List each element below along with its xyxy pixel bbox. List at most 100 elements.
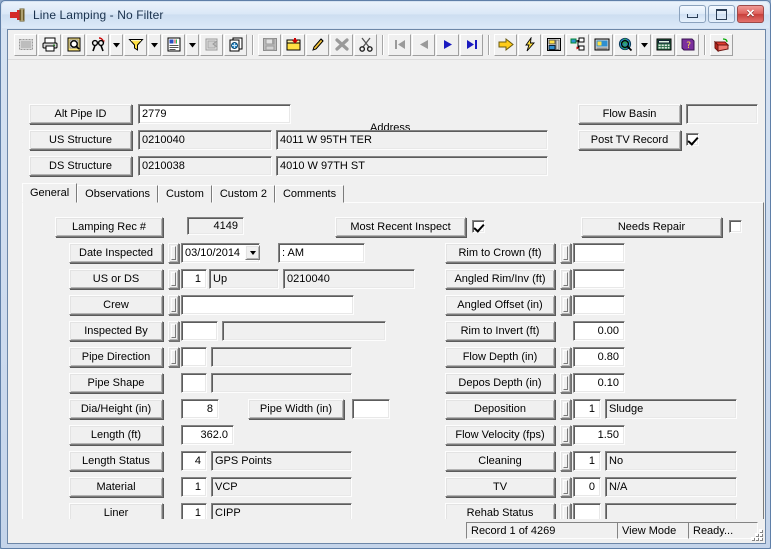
rim-to-crown-input[interactable] — [573, 243, 625, 263]
deposition-button[interactable]: Deposition — [445, 399, 555, 419]
alt-pipe-id-input[interactable]: 2779 — [138, 104, 291, 124]
us-or-ds-spinner[interactable] — [168, 269, 179, 289]
export-icon[interactable] — [200, 33, 223, 56]
filter-dropdown-icon[interactable] — [148, 33, 161, 56]
minimize-button[interactable] — [679, 5, 706, 23]
flow-depth-spinner[interactable] — [560, 347, 571, 367]
cleaning-spinner[interactable] — [560, 451, 571, 471]
cut-icon[interactable] — [354, 33, 377, 56]
flow-depth-input[interactable]: 0.80 — [573, 347, 625, 367]
pipe-direction-code-input[interactable] — [181, 347, 207, 367]
report-icon[interactable] — [162, 33, 185, 56]
alt-pipe-id-button[interactable]: Alt Pipe ID — [29, 104, 132, 124]
inspected-by-button[interactable]: Inspected By — [69, 321, 163, 341]
flow-basin-button[interactable]: Flow Basin — [578, 104, 681, 124]
pipe-shape-code-input[interactable] — [181, 373, 207, 393]
depos-depth-spinner[interactable] — [560, 373, 571, 393]
date-inspected-button[interactable]: Date Inspected — [69, 243, 163, 263]
material-code-input[interactable]: 1 — [181, 477, 207, 497]
maximize-button[interactable] — [708, 5, 735, 23]
inspected-by-spinner[interactable] — [168, 321, 179, 341]
pipe-direction-button[interactable]: Pipe Direction — [69, 347, 163, 367]
needs-repair-button[interactable]: Needs Repair — [581, 217, 722, 237]
print-icon[interactable] — [38, 33, 61, 56]
post-tv-record-button[interactable]: Post TV Record — [578, 130, 681, 150]
find-dropdown-icon[interactable] — [110, 33, 123, 56]
pipe-direction-spinner[interactable] — [168, 347, 179, 367]
layout-icon[interactable] — [542, 33, 565, 56]
needs-repair-checkbox[interactable] — [729, 220, 742, 233]
hierarchy-icon[interactable] — [566, 33, 589, 56]
filter-icon[interactable] — [124, 33, 147, 56]
find-icon[interactable] — [86, 33, 109, 56]
flow-velocity-button[interactable]: Flow Velocity (fps) — [445, 425, 555, 445]
map-dropdown-icon[interactable] — [638, 33, 651, 56]
angled-offset-input[interactable] — [573, 295, 625, 315]
cleaning-code-input[interactable]: 1 — [573, 451, 601, 471]
rim-to-crown-button[interactable]: Rim to Crown (ft) — [445, 243, 555, 263]
print-preview-icon[interactable] — [62, 33, 85, 56]
lamping-rec-button[interactable]: Lamping Rec # — [55, 217, 163, 237]
resize-grip[interactable] — [749, 527, 762, 540]
copy-record-icon[interactable] — [224, 33, 247, 56]
date-inspected-dropdown-icon[interactable] — [245, 245, 260, 260]
flow-velocity-spinner[interactable] — [560, 425, 571, 445]
tab-general[interactable]: General — [22, 183, 78, 203]
select-all-icon[interactable] — [14, 33, 37, 56]
tab-observations[interactable]: Observations — [77, 185, 158, 203]
length-status-code-input[interactable]: 4 — [181, 451, 207, 471]
us-or-ds-button[interactable]: US or DS — [69, 269, 163, 289]
goto-icon[interactable] — [494, 33, 517, 56]
tab-comments[interactable]: Comments — [274, 185, 345, 203]
depos-depth-input[interactable]: 0.10 — [573, 373, 625, 393]
calculator-icon[interactable] — [652, 33, 675, 56]
rim-to-invert-input[interactable]: 0.00 — [573, 321, 625, 341]
time-inspected-input[interactable]: : AM — [278, 243, 365, 263]
us-structure-address-input[interactable]: 4011 W 95TH TER — [276, 130, 548, 150]
tv-button[interactable]: TV — [445, 477, 555, 497]
us-structure-button[interactable]: US Structure — [29, 130, 132, 150]
map-icon[interactable] — [614, 33, 637, 56]
next-record-icon[interactable] — [436, 33, 459, 56]
last-record-icon[interactable] — [460, 33, 483, 56]
crew-spinner[interactable] — [168, 295, 179, 315]
flow-basin-input[interactable] — [686, 104, 758, 124]
angled-offset-button[interactable]: Angled Offset (in) — [445, 295, 555, 315]
angled-rim-inv-input[interactable] — [573, 269, 625, 289]
close-button[interactable]: ✕ — [737, 5, 764, 23]
length-status-button[interactable]: Length Status — [69, 451, 163, 471]
edit-record-icon[interactable] — [306, 33, 329, 56]
material-button[interactable]: Material — [69, 477, 163, 497]
help-icon[interactable]: ? — [676, 33, 699, 56]
tab-custom-2[interactable]: Custom 2 — [211, 185, 275, 203]
angled-rim-inv-spinner[interactable] — [560, 269, 571, 289]
report-dropdown-icon[interactable] — [186, 33, 199, 56]
previous-record-icon[interactable] — [412, 33, 435, 56]
ds-structure-button[interactable]: DS Structure — [29, 156, 132, 176]
rim-to-crown-spinner[interactable] — [560, 243, 571, 263]
delete-record-icon[interactable] — [330, 33, 353, 56]
tv-spinner[interactable] — [560, 477, 571, 497]
pipe-shape-button[interactable]: Pipe Shape — [69, 373, 163, 393]
pipe-width-button[interactable]: Pipe Width (in) — [248, 399, 344, 419]
length-button[interactable]: Length (ft) — [69, 425, 163, 445]
rim-to-invert-button[interactable]: Rim to Invert (ft) — [445, 321, 555, 341]
most-recent-inspect-checkbox[interactable] — [472, 220, 485, 233]
add-record-icon[interactable] — [282, 33, 305, 56]
media-icon[interactable] — [590, 33, 613, 56]
deposition-spinner[interactable] — [560, 399, 571, 419]
tab-custom[interactable]: Custom — [157, 185, 212, 203]
angled-offset-spinner[interactable] — [560, 295, 571, 315]
crew-input[interactable] — [181, 295, 354, 315]
post-tv-record-checkbox[interactable] — [686, 133, 699, 146]
dia-height-button[interactable]: Dia/Height (in) — [69, 399, 163, 419]
length-input[interactable]: 362.0 — [181, 425, 234, 445]
ds-structure-input[interactable]: 0210038 — [138, 156, 272, 176]
us-structure-input[interactable]: 0210040 — [138, 130, 272, 150]
quick-action-icon[interactable] — [518, 33, 541, 56]
cleaning-button[interactable]: Cleaning — [445, 451, 555, 471]
crew-button[interactable]: Crew — [69, 295, 163, 315]
exit-icon[interactable] — [710, 33, 733, 56]
flow-depth-button[interactable]: Flow Depth (in) — [445, 347, 555, 367]
depos-depth-button[interactable]: Depos Depth (in) — [445, 373, 555, 393]
